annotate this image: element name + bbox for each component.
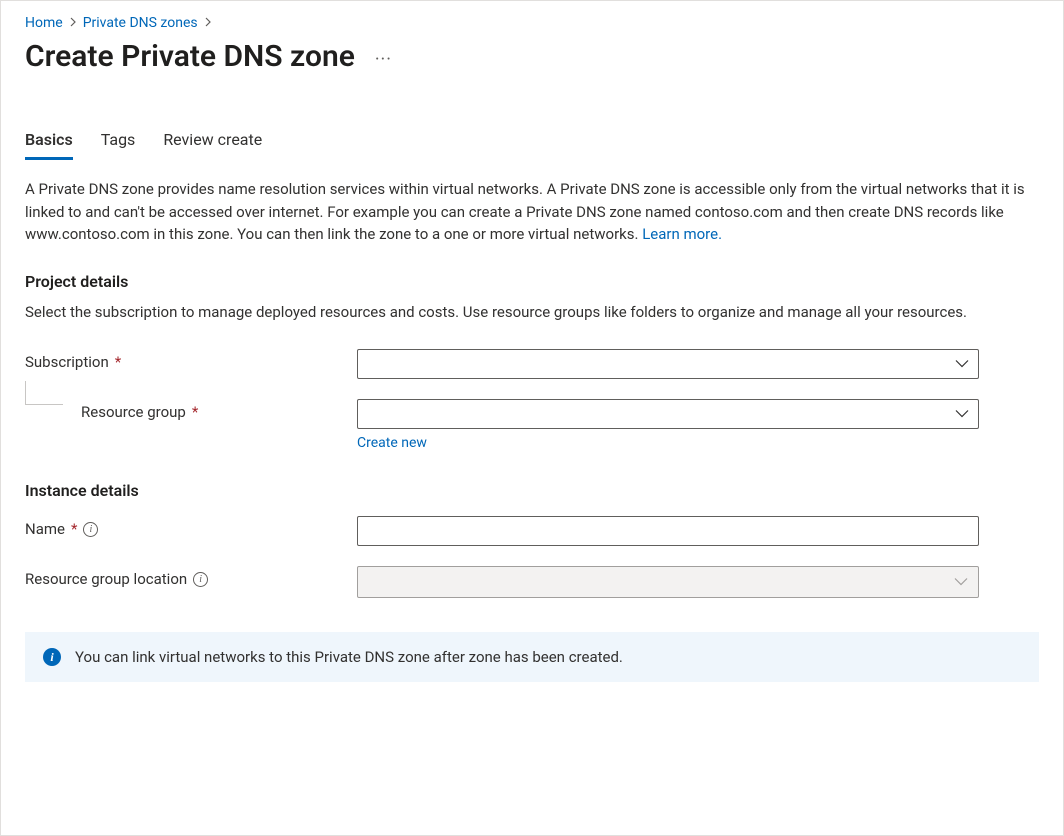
required-indicator: *: [71, 520, 77, 538]
more-actions-button[interactable]: ···: [371, 51, 396, 69]
resource-group-location-label-text: Resource group location: [25, 570, 187, 588]
subscription-label: Subscription *: [25, 349, 357, 371]
resource-group-select-value: [357, 399, 979, 429]
required-indicator: *: [192, 403, 198, 421]
info-icon[interactable]: i: [193, 572, 208, 587]
resource-group-select[interactable]: [357, 399, 979, 429]
info-icon: i: [43, 648, 61, 666]
learn-more-link[interactable]: Learn more.: [642, 225, 722, 243]
tab-basics[interactable]: Basics: [25, 130, 73, 160]
resource-group-location-label: Resource group location i: [25, 566, 357, 588]
info-icon[interactable]: i: [83, 522, 98, 537]
info-banner: i You can link virtual networks to this …: [25, 632, 1039, 682]
resource-group-label-text: Resource group: [81, 403, 186, 421]
chevron-right-icon: [204, 16, 212, 30]
name-input[interactable]: [357, 516, 979, 546]
tabs: Basics Tags Review create: [25, 130, 1039, 160]
breadcrumb-private-dns-zones[interactable]: Private DNS zones: [83, 15, 198, 31]
name-label: Name * i: [25, 516, 357, 538]
description-text: A Private DNS zone provides name resolut…: [25, 180, 1025, 243]
resource-group-location-select: [357, 566, 979, 598]
name-label-text: Name: [25, 520, 65, 538]
subscription-select[interactable]: [357, 349, 979, 379]
create-new-resource-group-link[interactable]: Create new: [357, 435, 427, 451]
breadcrumb: Home Private DNS zones: [25, 15, 1039, 31]
subscription-select-value: [357, 349, 979, 379]
tab-review-create[interactable]: Review create: [163, 130, 262, 160]
project-details-heading: Project details: [25, 272, 1039, 291]
info-banner-text: You can link virtual networks to this Pr…: [75, 648, 623, 666]
tab-description: A Private DNS zone provides name resolut…: [25, 178, 1039, 246]
instance-details-heading: Instance details: [25, 481, 1039, 500]
project-details-sub: Select the subscription to manage deploy…: [25, 301, 1039, 324]
subscription-label-text: Subscription: [25, 353, 109, 371]
indent-marker: [25, 381, 63, 405]
breadcrumb-home[interactable]: Home: [25, 15, 63, 31]
resource-group-label: Resource group *: [81, 399, 198, 421]
required-indicator: *: [115, 353, 121, 371]
chevron-right-icon: [69, 16, 77, 30]
page-title: Create Private DNS zone: [25, 39, 355, 74]
tab-tags[interactable]: Tags: [101, 130, 136, 160]
resource-group-location-value: [358, 567, 978, 597]
